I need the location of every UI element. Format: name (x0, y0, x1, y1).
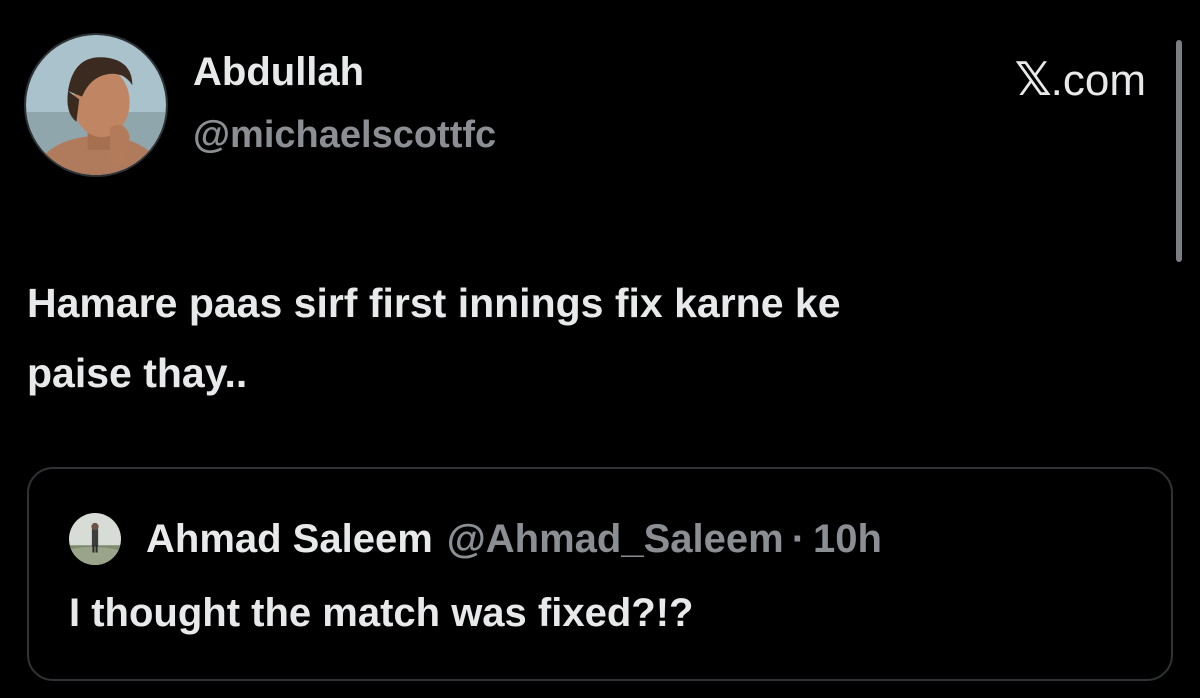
avatar-photo-icon (26, 35, 166, 175)
x-logo-icon: 𝕏 (1014, 52, 1052, 106)
quoted-author-name[interactable]: Ahmad Saleem (146, 513, 433, 565)
quoted-author-avatar[interactable] (69, 513, 121, 565)
author-avatar[interactable] (24, 33, 168, 177)
quoted-author-handle[interactable]: @Ahmad_Saleem (447, 513, 784, 565)
tweet-text: Hamare paas sirf first innings fix karne… (27, 268, 1147, 408)
quoted-tweet-header: Ahmad Saleem @Ahmad_Saleem · 10h (146, 513, 882, 565)
tweet-text-line-2: paise thay.. (27, 350, 248, 396)
brand-suffix: .com (1050, 56, 1146, 105)
author-display-name[interactable]: Abdullah (193, 50, 364, 94)
quoted-tweet-timestamp[interactable]: 10h (813, 513, 882, 565)
tweet-text-line-1: Hamare paas sirf first innings fix karne… (27, 280, 841, 326)
scrollbar-thumb[interactable] (1176, 40, 1182, 262)
x-com-brand: 𝕏 .com (1015, 52, 1146, 106)
avatar-photo-icon (69, 513, 121, 565)
quoted-tweet-card[interactable]: Ahmad Saleem @Ahmad_Saleem · 10h I thoug… (27, 467, 1173, 681)
header-separator: · (791, 517, 806, 561)
quoted-tweet-text: I thought the match was fixed?!? (69, 591, 694, 635)
author-handle[interactable]: @michaelscottfc (193, 114, 496, 157)
